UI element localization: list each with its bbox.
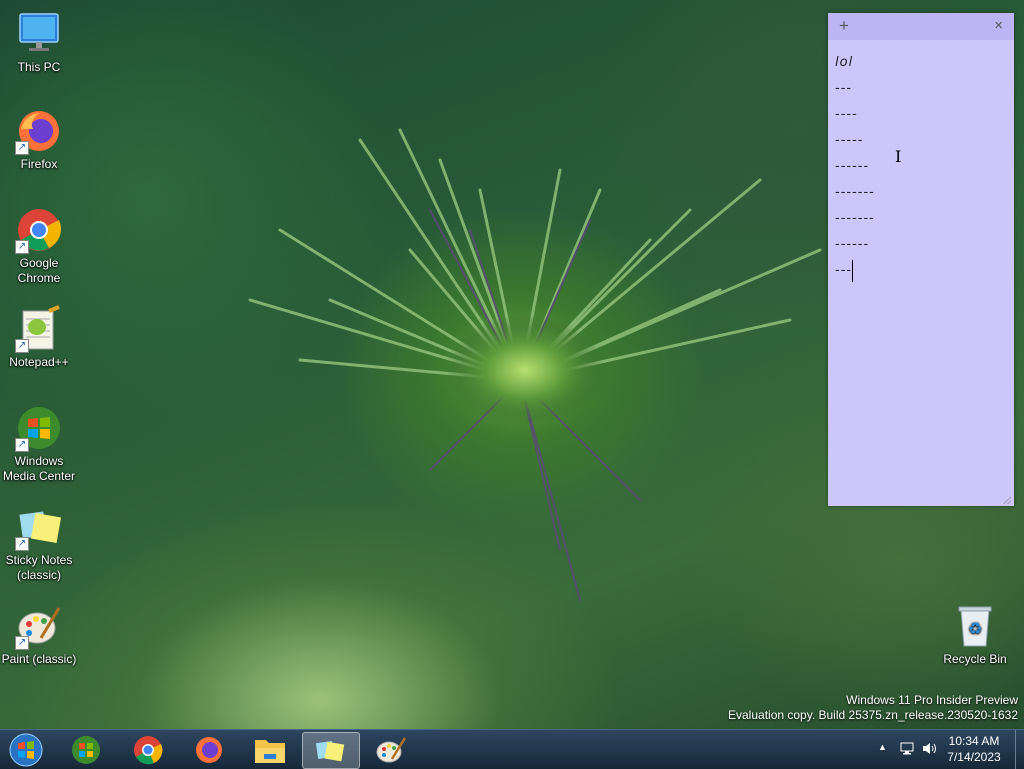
text-caret bbox=[852, 259, 854, 282]
shortcut-arrow-icon: ↗ bbox=[15, 537, 29, 551]
watermark-line: Evaluation copy. Build 25375.zn_release.… bbox=[728, 708, 1018, 722]
note-line: --- bbox=[835, 81, 853, 96]
note-line-text: --- bbox=[835, 263, 853, 278]
taskbar-media-center[interactable] bbox=[58, 732, 114, 767]
folder-icon bbox=[255, 739, 285, 763]
taskbar-chrome[interactable] bbox=[120, 732, 176, 767]
desktop-icon-paint[interactable]: ↗ Paint (classic) bbox=[1, 602, 77, 667]
note-line: ------- bbox=[835, 211, 875, 226]
add-note-icon[interactable]: + bbox=[839, 16, 849, 36]
note-line: ---- bbox=[835, 107, 858, 122]
sticky-note-text-area[interactable]: lol --- ---- ----- ------ ------- ------… bbox=[828, 40, 1014, 284]
media-center-icon: ↗ bbox=[15, 404, 63, 452]
clock-time: 10:34 AM bbox=[948, 734, 1000, 748]
clock-date: 7/14/2023 bbox=[947, 750, 1001, 764]
note-line: ------ bbox=[835, 237, 870, 252]
show-hidden-icons-chevron-icon[interactable]: ▲ bbox=[878, 742, 887, 752]
shortcut-arrow-icon: ↗ bbox=[15, 240, 29, 254]
shortcut-arrow-icon: ↗ bbox=[15, 438, 29, 452]
desktop-icon-label: Firefox bbox=[20, 157, 58, 171]
media-center-icon bbox=[72, 735, 100, 764]
notepadpp-icon: ↗ bbox=[15, 305, 63, 353]
watermark-line: Windows 11 Pro Insider Preview bbox=[846, 693, 1018, 707]
note-line: lol bbox=[835, 55, 854, 70]
sticky-notes-icon: ↗ bbox=[15, 503, 63, 551]
firefox-icon bbox=[196, 736, 222, 763]
network-icon[interactable] bbox=[900, 741, 916, 759]
taskbar-firefox[interactable] bbox=[181, 732, 237, 767]
shortcut-arrow-icon: ↗ bbox=[15, 339, 29, 353]
recycle-bin-icon: ♻ bbox=[951, 602, 999, 650]
svg-text:♻: ♻ bbox=[968, 619, 982, 638]
note-line: ------ bbox=[835, 159, 870, 174]
desktop-icon-label: Paint (classic) bbox=[1, 652, 77, 666]
firefox-icon: ↗ bbox=[15, 107, 63, 155]
note-line-current: --- bbox=[835, 258, 1014, 284]
desktop-icon-recycle-bin[interactable]: ♻ Recycle Bin bbox=[937, 602, 1013, 667]
close-note-icon[interactable]: × bbox=[994, 17, 1003, 34]
shortcut-arrow-icon: ↗ bbox=[15, 141, 29, 155]
show-desktop-button[interactable] bbox=[1015, 730, 1024, 769]
chrome-icon bbox=[134, 735, 163, 764]
evaluation-watermark: Windows 11 Pro Insider Preview Evaluatio… bbox=[728, 693, 1018, 723]
desktop-icon-label: Notepad++ bbox=[9, 355, 69, 369]
desktop-icon-label: Windows Media Center bbox=[2, 454, 76, 483]
desktop-icon-label: Google Chrome bbox=[17, 256, 61, 285]
chrome-icon: ↗ bbox=[15, 206, 63, 254]
volume-icon[interactable] bbox=[922, 741, 938, 759]
ibeam-cursor-icon: I bbox=[895, 147, 902, 166]
sticky-note-window[interactable]: + × lol --- ---- ----- ------ ------- --… bbox=[828, 13, 1014, 506]
resize-grip-icon[interactable] bbox=[1003, 496, 1011, 504]
desktop-icon-firefox[interactable]: ↗ Firefox bbox=[1, 107, 77, 172]
taskbar-sticky-notes[interactable] bbox=[302, 732, 360, 769]
desktop-icon-this-pc[interactable]: This PC bbox=[1, 10, 77, 75]
paint-icon: ↗ bbox=[15, 602, 63, 650]
taskbar-paint[interactable] bbox=[363, 732, 419, 767]
desktop-icon-label: Sticky Notes (classic) bbox=[5, 553, 73, 582]
this-pc-icon bbox=[15, 10, 63, 58]
desktop-icon-label: This PC bbox=[17, 60, 61, 74]
system-tray: ▲ 10:34 AM 7/14/2023 bbox=[874, 730, 1024, 769]
sticky-notes-icon bbox=[315, 740, 345, 761]
shortcut-arrow-icon: ↗ bbox=[15, 636, 29, 650]
paint-icon bbox=[376, 736, 407, 762]
desktop-icon-sticky-notes[interactable]: ↗ Sticky Notes (classic) bbox=[1, 503, 77, 583]
start-orb-icon bbox=[9, 733, 43, 766]
desktop-icon-label: Recycle Bin bbox=[943, 652, 1007, 666]
note-line: ------- bbox=[835, 185, 875, 200]
taskbar-file-explorer[interactable] bbox=[242, 732, 298, 767]
desktop-icon-media-center[interactable]: ↗ Windows Media Center bbox=[1, 404, 77, 484]
desktop-icon-chrome[interactable]: ↗ Google Chrome bbox=[1, 206, 77, 286]
sticky-note-titlebar[interactable]: + × bbox=[828, 13, 1014, 40]
start-button[interactable] bbox=[0, 732, 54, 767]
clock[interactable]: 10:34 AM 7/14/2023 bbox=[946, 733, 1002, 765]
taskbar: ▲ 10:34 AM 7/14/2023 bbox=[0, 729, 1024, 769]
desktop-icon-notepadpp[interactable]: ↗ Notepad++ bbox=[1, 305, 77, 370]
note-line: ----- bbox=[835, 133, 864, 148]
